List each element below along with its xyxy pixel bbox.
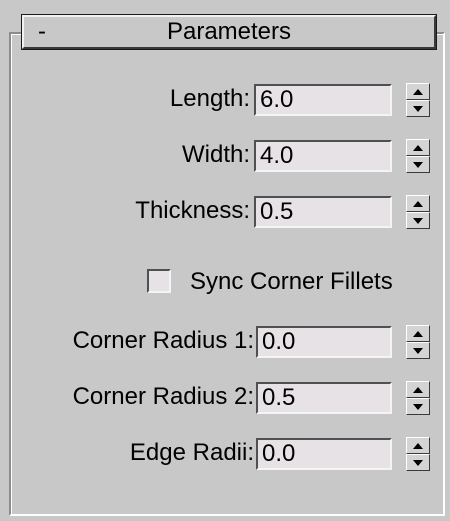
spinner-down-arrow-icon[interactable] [406,212,430,229]
rollout-collapse-toggle[interactable]: - [38,17,46,47]
thickness-spinner[interactable] [406,195,430,229]
spinner-up-arrow-icon[interactable] [406,437,430,454]
spinner-up-arrow-icon[interactable] [406,381,430,398]
thickness-label: Thickness: [135,197,250,224]
rollout-header-parameters[interactable]: - Parameters [21,14,437,50]
spinner-down-arrow-icon[interactable] [406,100,430,117]
corner-radius-2-field[interactable] [256,382,392,414]
spinner-down-arrow-icon[interactable] [406,156,430,173]
length-spinner[interactable] [406,83,430,117]
corner-radius-1-spinner[interactable] [406,325,430,359]
length-field[interactable] [254,84,392,116]
corner-radius-2-label: Corner Radius 2: [72,383,254,410]
spinner-down-arrow-icon[interactable] [406,454,430,471]
spinner-up-arrow-icon[interactable] [406,325,430,342]
width-label: Width: [181,141,250,168]
rollout-title: Parameters [166,18,292,45]
sync-corner-fillets-label[interactable]: Sync Corner Fillets [190,266,393,298]
spinner-up-arrow-icon[interactable] [406,139,430,156]
edge-radii-field[interactable] [256,438,392,470]
sync-corner-fillets-checkbox[interactable] [147,269,171,293]
edge-radii-spinner[interactable] [406,437,430,471]
edge-radii-label: Edge Radii: [129,439,254,466]
corner-radius-1-field[interactable] [256,326,392,358]
corner-radius-2-spinner[interactable] [406,381,430,415]
length-label: Length: [169,85,250,112]
width-field[interactable] [254,140,392,172]
spinner-up-arrow-icon[interactable] [406,195,430,212]
spinner-down-arrow-icon[interactable] [406,342,430,359]
spinner-up-arrow-icon[interactable] [406,83,430,100]
spinner-down-arrow-icon[interactable] [406,398,430,415]
corner-radius-1-label: Corner Radius 1: [72,327,254,354]
thickness-field[interactable] [254,196,392,228]
width-spinner[interactable] [406,139,430,173]
